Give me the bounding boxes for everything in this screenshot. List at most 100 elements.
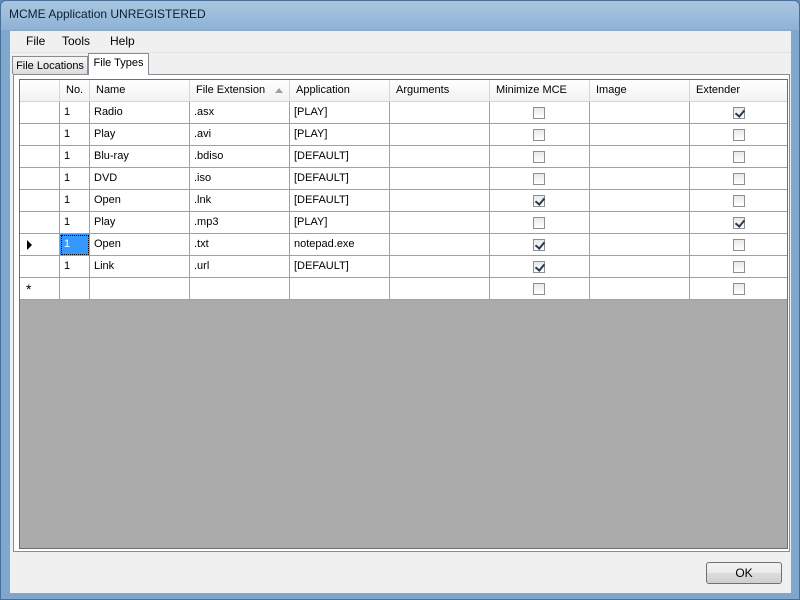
row-header[interactable] bbox=[20, 190, 60, 212]
cell-image[interactable] bbox=[590, 234, 690, 256]
cell-no[interactable]: 1 bbox=[60, 212, 90, 234]
row-header[interactable] bbox=[20, 168, 60, 190]
menu-tools[interactable]: Tools bbox=[60, 34, 92, 48]
minimize-mce-checkbox[interactable] bbox=[533, 261, 545, 273]
cell-name[interactable]: Link bbox=[90, 256, 190, 278]
cell-arguments[interactable] bbox=[390, 190, 490, 212]
extender-checkbox[interactable] bbox=[733, 261, 745, 273]
cell-application[interactable]: [DEFAULT] bbox=[290, 146, 390, 168]
cell-file-extension[interactable]: .asx bbox=[190, 102, 290, 124]
new-row-col-no[interactable] bbox=[60, 278, 90, 300]
new-row-col-file-extension[interactable] bbox=[190, 278, 290, 300]
column-header-file-extension[interactable]: File Extension bbox=[190, 80, 290, 102]
new-row-col-application[interactable] bbox=[290, 278, 390, 300]
extender-checkbox[interactable] bbox=[733, 107, 745, 119]
cell-image[interactable] bbox=[590, 124, 690, 146]
tab-file-locations[interactable]: File Locations bbox=[12, 56, 88, 74]
minimize-mce-checkbox[interactable] bbox=[533, 173, 545, 185]
cell-name[interactable]: DVD bbox=[90, 168, 190, 190]
cell-name[interactable]: Blu-ray bbox=[90, 146, 190, 168]
cell-no[interactable]: 1 bbox=[60, 168, 90, 190]
cell-name[interactable]: Open bbox=[90, 190, 190, 212]
cell-file-extension[interactable]: .url bbox=[190, 256, 290, 278]
column-header-minimize-mce[interactable]: Minimize MCE bbox=[490, 80, 590, 102]
cell-no[interactable]: 1 bbox=[60, 256, 90, 278]
extender-checkbox[interactable] bbox=[733, 129, 745, 141]
cell-arguments[interactable] bbox=[390, 234, 490, 256]
column-header-application[interactable]: Application bbox=[290, 80, 390, 102]
menu-help[interactable]: Help bbox=[108, 34, 137, 48]
minimize-mce-checkbox[interactable] bbox=[533, 239, 545, 251]
column-header-extender[interactable]: Extender bbox=[690, 80, 787, 102]
minimize-mce-checkbox[interactable] bbox=[533, 107, 545, 119]
minimize-mce-checkbox[interactable] bbox=[533, 129, 545, 141]
cell-image[interactable] bbox=[590, 190, 690, 212]
grid-corner-header[interactable] bbox=[20, 80, 60, 102]
cell-arguments[interactable] bbox=[390, 146, 490, 168]
minimize-mce-checkbox[interactable] bbox=[533, 195, 545, 207]
ok-button[interactable]: OK bbox=[706, 562, 782, 584]
row-header[interactable] bbox=[20, 212, 60, 234]
extender-checkbox[interactable] bbox=[733, 283, 745, 295]
cell-image[interactable] bbox=[590, 168, 690, 190]
row-header[interactable] bbox=[20, 256, 60, 278]
cell-file-extension[interactable]: .avi bbox=[190, 124, 290, 146]
column-header-image[interactable]: Image bbox=[590, 80, 690, 102]
cell-arguments[interactable] bbox=[390, 102, 490, 124]
cell-arguments[interactable] bbox=[390, 212, 490, 234]
extender-checkbox[interactable] bbox=[733, 151, 745, 163]
cell-image[interactable] bbox=[590, 212, 690, 234]
minimize-mce-checkbox[interactable] bbox=[533, 151, 545, 163]
cell-application[interactable]: [DEFAULT] bbox=[290, 168, 390, 190]
column-header-no[interactable]: No. bbox=[60, 80, 90, 102]
cell-name[interactable]: Play bbox=[90, 212, 190, 234]
title-bar[interactable]: MCME Application UNREGISTERED bbox=[1, 1, 799, 29]
cell-name[interactable]: Radio bbox=[90, 102, 190, 124]
cell-application[interactable]: [DEFAULT] bbox=[290, 190, 390, 212]
extender-checkbox[interactable] bbox=[733, 173, 745, 185]
cell-no[interactable]: 1 bbox=[60, 234, 90, 256]
cell-image[interactable] bbox=[590, 102, 690, 124]
cell-image[interactable] bbox=[590, 146, 690, 168]
row-header[interactable] bbox=[20, 124, 60, 146]
cell-arguments[interactable] bbox=[390, 168, 490, 190]
cell-application[interactable]: [PLAY] bbox=[290, 212, 390, 234]
cell-application[interactable]: [PLAY] bbox=[290, 102, 390, 124]
new-row-col-name[interactable] bbox=[90, 278, 190, 300]
cell-no[interactable]: 1 bbox=[60, 146, 90, 168]
new-row-col-image[interactable] bbox=[590, 278, 690, 300]
cell-no[interactable]: 1 bbox=[60, 102, 90, 124]
cell-application[interactable]: [DEFAULT] bbox=[290, 256, 390, 278]
new-row-col-extender[interactable] bbox=[690, 278, 787, 300]
cell-application[interactable]: [PLAY] bbox=[290, 124, 390, 146]
minimize-mce-checkbox[interactable] bbox=[533, 283, 545, 295]
menu-file[interactable]: File bbox=[24, 34, 47, 48]
column-header-arguments[interactable]: Arguments bbox=[390, 80, 490, 102]
cell-file-extension[interactable]: .iso bbox=[190, 168, 290, 190]
extender-checkbox[interactable] bbox=[733, 239, 745, 251]
new-row-col-minimize-mce[interactable] bbox=[490, 278, 590, 300]
cell-no[interactable]: 1 bbox=[60, 124, 90, 146]
extender-checkbox[interactable] bbox=[733, 195, 745, 207]
cell-file-extension[interactable]: .txt bbox=[190, 234, 290, 256]
row-header[interactable]: * bbox=[20, 278, 60, 300]
row-header[interactable] bbox=[20, 102, 60, 124]
cell-file-extension[interactable]: .bdiso bbox=[190, 146, 290, 168]
extender-checkbox[interactable] bbox=[733, 217, 745, 229]
cell-arguments[interactable] bbox=[390, 256, 490, 278]
minimize-mce-checkbox[interactable] bbox=[533, 217, 545, 229]
cell-application[interactable]: notepad.exe bbox=[290, 234, 390, 256]
file-types-grid[interactable]: No. Name File Extension Application Argument… bbox=[19, 79, 788, 549]
cell-image[interactable] bbox=[590, 256, 690, 278]
cell-arguments[interactable] bbox=[390, 124, 490, 146]
cell-no[interactable]: 1 bbox=[60, 190, 90, 212]
tab-file-types[interactable]: File Types bbox=[88, 53, 149, 75]
cell-file-extension[interactable]: .lnk bbox=[190, 190, 290, 212]
row-header[interactable] bbox=[20, 234, 60, 256]
column-header-name[interactable]: Name bbox=[90, 80, 190, 102]
new-row-col-arguments[interactable] bbox=[390, 278, 490, 300]
cell-name[interactable]: Play bbox=[90, 124, 190, 146]
cell-name[interactable]: Open bbox=[90, 234, 190, 256]
cell-file-extension[interactable]: .mp3 bbox=[190, 212, 290, 234]
row-header[interactable] bbox=[20, 146, 60, 168]
